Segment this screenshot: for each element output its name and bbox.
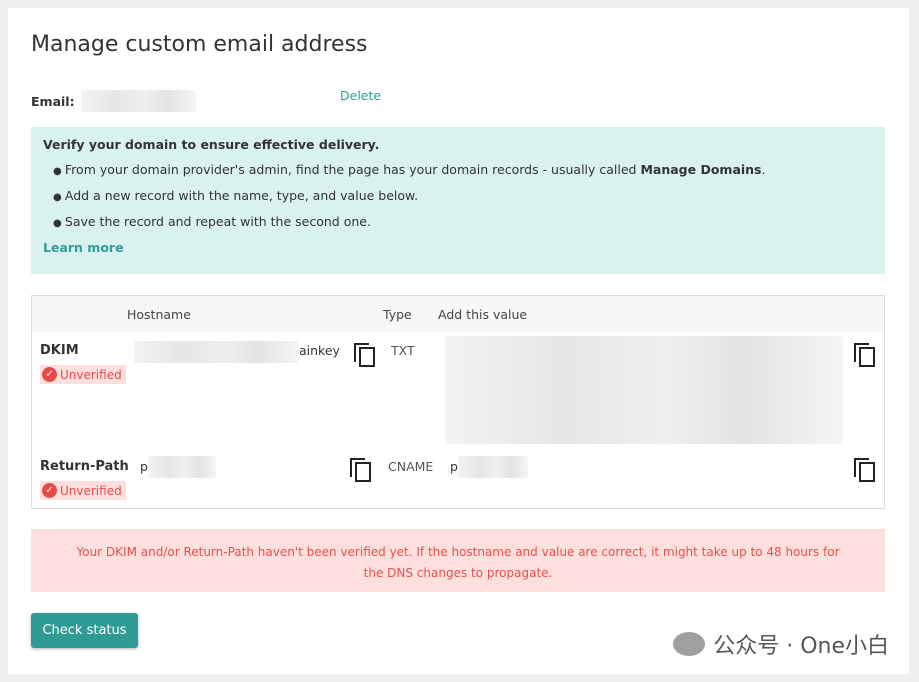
hostname-prefix: p (140, 459, 148, 474)
hostname-suffix: ainkey (299, 343, 340, 358)
value-redacted (458, 456, 528, 478)
header-hostname: Hostname (127, 307, 191, 322)
info-bullet: Add a new record with the name, type, an… (43, 188, 873, 203)
dns-records-table: Hostname Type Add this value DKIM ✓ Unver… (31, 295, 885, 509)
page-title: Manage custom email address (31, 32, 368, 57)
watermark: 公众号 · One小白 (673, 628, 889, 660)
header-type: Type (383, 307, 412, 322)
record-name: Return-Path (40, 459, 129, 474)
header-value: Add this value (438, 307, 528, 322)
email-value-redacted (80, 90, 196, 112)
delete-link[interactable]: Delete (340, 88, 381, 103)
info-heading: Verify your domain to ensure effective d… (43, 137, 380, 152)
record-type: TXT (391, 343, 415, 358)
manage-email-panel: Manage custom email address Email: Delet… (8, 8, 909, 674)
table-header: Hostname Type Add this value (32, 296, 884, 332)
copy-hostname-icon[interactable] (354, 343, 375, 367)
info-bullet: From your domain provider's admin, find … (43, 162, 873, 177)
email-row: Email: (31, 90, 196, 112)
check-circle-icon: ✓ (42, 367, 57, 382)
check-status-button[interactable]: Check status (31, 613, 138, 648)
hostname-redacted (148, 456, 216, 478)
email-label: Email: (31, 93, 75, 109)
record-name: DKIM (40, 343, 79, 358)
verification-error-message: Your DKIM and/or Return-Path haven't bee… (31, 529, 885, 592)
record-type: CNAME (388, 459, 434, 474)
verify-info-box: Verify your domain to ensure effective d… (31, 127, 885, 274)
learn-more-link[interactable]: Learn more (43, 240, 124, 255)
check-circle-icon: ✓ (42, 483, 57, 498)
status-badge: ✓ Unverified (40, 481, 126, 500)
copy-hostname-icon[interactable] (350, 458, 371, 482)
info-bullet: Save the record and repeat with the seco… (43, 214, 873, 229)
value-redacted (445, 336, 843, 444)
copy-value-icon[interactable] (854, 458, 875, 482)
hostname-redacted (134, 341, 299, 363)
copy-value-icon[interactable] (854, 343, 875, 367)
value-prefix: p (450, 459, 458, 474)
status-badge: ✓ Unverified (40, 365, 126, 384)
wechat-icon (673, 632, 706, 656)
